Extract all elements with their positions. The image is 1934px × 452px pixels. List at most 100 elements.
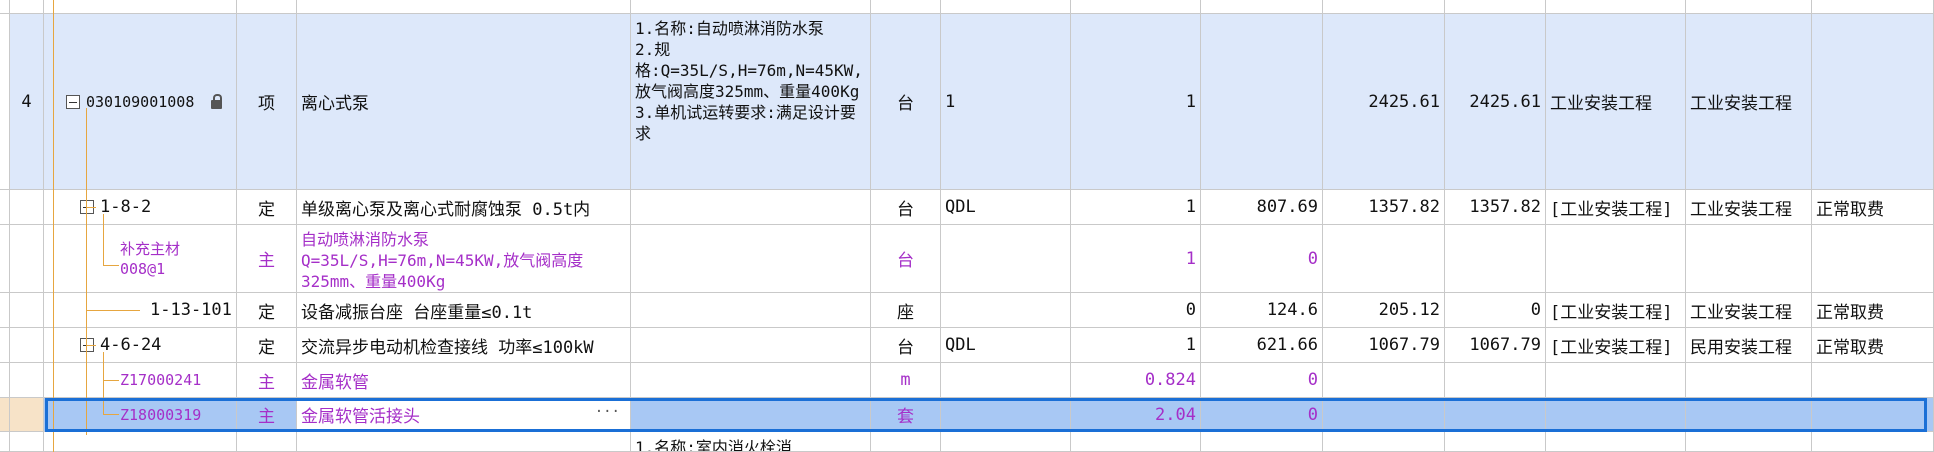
item-fee [1812,14,1934,189]
item-type: 主 [237,398,297,431]
item-total: 1357.82 [1445,190,1546,224]
item-major: [工业安装工程] [1546,293,1686,327]
item-code: Z18000319 [120,405,202,424]
item-expr[interactable] [941,225,1071,292]
item-unit: m [871,363,941,397]
table-row-selected[interactable]: Z18000319 主 金属软管活接头 ··· 套 2.04 0 [0,398,1934,432]
item-unit: 台 [871,328,941,362]
item-name[interactable]: 单级离心泵及离心式耐腐蚀泵 0.5t内 [297,190,631,224]
tree-line [86,207,96,208]
tree-line [53,0,54,452]
tree-line [86,345,96,346]
table-row[interactable]: 1-13-101 定 设备减振台座 台座重量≤0.1t 座 0 124.6 20… [0,293,1934,328]
item-price: 124.6 [1201,293,1323,327]
item-unit-price: 2425.61 [1323,14,1445,189]
item-type: 定 [237,328,297,362]
table-row[interactable]: 1.名称:室内消火栓消 [0,432,1934,452]
item-unit: 台 [871,225,941,292]
item-feature[interactable] [631,398,871,431]
tree-line [86,310,140,311]
item-major: 工业安装工程 [1546,14,1686,189]
item-price: 807.69 [1201,190,1323,224]
item-name[interactable]: 金属软管 [297,363,631,397]
tree-line [103,214,104,266]
item-qty[interactable]: 2.04 [1071,398,1201,431]
item-unit-price: 1357.82 [1323,190,1445,224]
item-fee: 正常取费 [1812,190,1934,224]
item-expr[interactable]: 1 [941,14,1071,189]
item-qty[interactable]: 0 [1071,293,1201,327]
item-exec: 民用安装工程 [1686,328,1812,362]
item-price: 0 [1201,363,1323,397]
tree-line [103,265,119,266]
collapse-icon[interactable] [66,94,80,109]
item-price [1201,14,1323,189]
item-qty[interactable]: 0.824 [1071,363,1201,397]
item-code: Z17000241 [120,371,202,389]
item-feature[interactable] [631,293,871,327]
item-type: 主 [237,225,297,292]
item-type: 项 [237,14,297,189]
item-expr[interactable] [941,363,1071,397]
item-type: 定 [237,190,297,224]
item-fee: 正常取费 [1812,328,1934,362]
item-code: 1-13-101 [150,300,232,320]
item-name-editor[interactable]: 金属软管活接头 ··· [297,398,631,431]
item-expr[interactable] [941,293,1071,327]
item-code: 1-8-2 [100,197,152,217]
table-row[interactable]: 4-6-24 定 交流异步电动机检查接线 功率≤100kW 台 QDL 1 62… [0,328,1934,363]
table-row[interactable]: Z17000241 主 金属软管 m 0.824 0 [0,363,1934,398]
item-total: 2425.61 [1445,14,1546,189]
item-price: 0 [1201,225,1323,292]
item-code: 补充主材008@1 [120,239,181,278]
item-unit: 座 [871,293,941,327]
item-exec: 工业安装工程 [1686,14,1812,189]
item-major: [工业安装工程] [1546,190,1686,224]
item-type: 主 [237,363,297,397]
tree-line [86,108,87,435]
item-feature[interactable]: 1.名称:自动喷淋消防水泵 2.规格:Q=35L/S,H=76m,N=45KW,… [631,14,871,189]
item-feature[interactable] [631,363,871,397]
tree-line [103,414,119,415]
item-price: 0 [1201,398,1323,431]
tree-line [103,380,119,381]
lock-icon [211,94,222,109]
item-name[interactable]: 离心式泵 [297,14,631,189]
table-row[interactable]: 1-8-2 定 单级离心泵及离心式耐腐蚀泵 0.5t内 台 QDL 1 807.… [0,190,1934,225]
tree-line [103,352,104,415]
item-feature[interactable] [631,190,871,224]
item-type: 定 [237,293,297,327]
item-unit: 套 [871,398,941,431]
item-total: 0 [1445,293,1546,327]
item-code: 030109001008 [86,92,195,111]
item-exec: 工业安装工程 [1686,190,1812,224]
item-feature[interactable]: 1.名称:室内消火栓消 [631,432,871,451]
item-feature[interactable] [631,328,871,362]
more-icon[interactable]: ··· [595,404,620,420]
item-unit: 台 [871,190,941,224]
item-expr[interactable]: QDL [941,190,1071,224]
row-seq: 4 [10,14,44,189]
table-row[interactable] [0,0,1934,14]
item-expr[interactable] [941,398,1071,431]
item-fee: 正常取费 [1812,293,1934,327]
item-qty[interactable]: 1 [1071,225,1201,292]
item-name[interactable]: 设备减振台座 台座重量≤0.1t [297,293,631,327]
item-expr[interactable]: QDL [941,328,1071,362]
item-name[interactable]: 自动喷淋消防水泵 Q=35L/S,H=76m,N=45KW,放气阀高度325mm… [297,225,631,292]
item-unit-price: 205.12 [1323,293,1445,327]
item-name[interactable]: 交流异步电动机检查接线 功率≤100kW [297,328,631,362]
item-unit: 台 [871,14,941,189]
item-qty[interactable]: 1 [1071,190,1201,224]
item-price: 621.66 [1201,328,1323,362]
item-feature[interactable] [631,225,871,292]
item-exec: 工业安装工程 [1686,293,1812,327]
item-code: 4-6-24 [100,335,162,355]
item-name: 金属软管活接头 [301,407,420,427]
table-row[interactable]: 4 030109001008 项 离心式泵 1.名称:自动喷淋消防水泵 2.规格… [0,14,1934,190]
item-major: [工业安装工程] [1546,328,1686,362]
item-total: 1067.79 [1445,328,1546,362]
table-row[interactable]: 补充主材008@1 主 自动喷淋消防水泵 Q=35L/S,H=76m,N=45K… [0,225,1934,293]
item-qty[interactable]: 1 [1071,14,1201,189]
item-qty[interactable]: 1 [1071,328,1201,362]
